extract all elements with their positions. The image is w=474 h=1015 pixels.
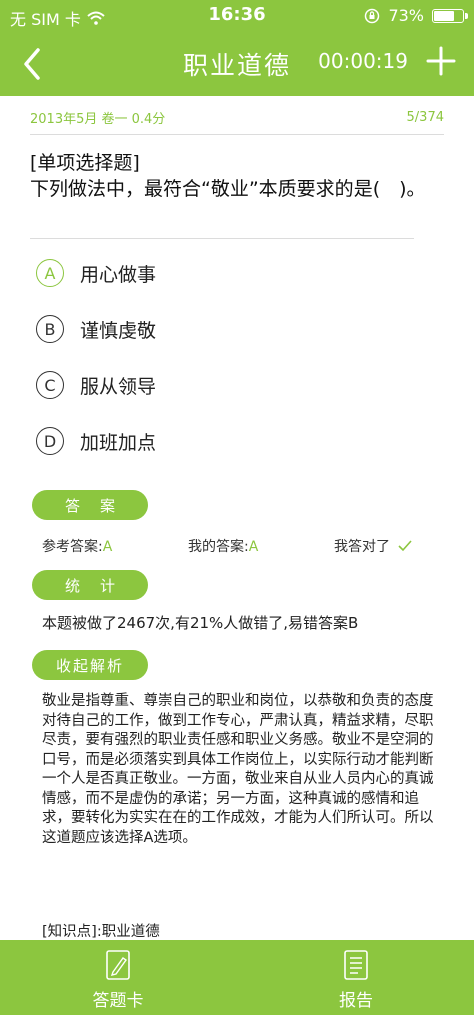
my-answer-label: 我的答案: <box>188 539 249 555</box>
option-text: 用心做事 <box>80 263 157 286</box>
option-text: 加班加点 <box>80 431 157 454</box>
header: 无 SIM 卡 16:36 73% 职业道德 00:00:19 <box>0 0 474 96</box>
reference-answer-value: A <box>102 539 113 555</box>
check-icon <box>398 540 412 552</box>
exam-info: 2013年5月 卷一 0.4分 <box>30 111 166 127</box>
stats-text: 本题被做了2467次,有21%人做错了,易错答案B <box>42 614 359 632</box>
answer-row: 参考答案:A 我的答案:A 我答对了 <box>42 536 434 558</box>
battery-percent: 73% <box>388 6 424 25</box>
nav-bar: 职业道德 00:00:19 <box>0 32 474 96</box>
my-answer-value: A <box>248 539 259 555</box>
option-c[interactable]: C 服从领导 <box>36 370 156 400</box>
divider <box>30 238 414 239</box>
analysis-text: 敬业是指尊重、尊崇自己的职业和岗位，以恭敬和负责的态度对待自己的工作，做到工作专… <box>42 693 434 846</box>
answer-card-button[interactable]: 答题卡 <box>58 948 178 1011</box>
answer-section-label: 答案 <box>32 490 148 520</box>
timer: 00:00:19 <box>318 49 408 73</box>
knowledge-point: [知识点]:职业道德 <box>42 924 160 940</box>
question-text: 下列做法中，最符合“敬业”本质要求的是( )。 <box>30 178 426 200</box>
option-text: 谨慎虔敬 <box>80 319 157 342</box>
battery-icon <box>432 8 468 23</box>
status-bar: 无 SIM 卡 16:36 73% <box>0 0 474 32</box>
question-progress: 5/374 <box>406 109 444 125</box>
question-type: [单项选择题] <box>30 152 140 174</box>
question-block: [单项选择题] 下列做法中，最符合“敬业”本质要求的是( )。 <box>30 150 434 202</box>
bottom-bar: 答题卡 报告 <box>0 940 474 1015</box>
option-letter: B <box>36 315 64 343</box>
report-icon <box>344 950 368 980</box>
option-letter: A <box>36 259 64 287</box>
option-letter: D <box>36 427 64 455</box>
option-d[interactable]: D 加班加点 <box>36 426 156 456</box>
stats-section-label: 统计 <box>32 570 148 600</box>
orientation-lock-icon <box>365 8 380 23</box>
reference-answer-label: 参考答案: <box>42 539 103 555</box>
result-text: 我答对了 <box>334 539 390 555</box>
option-text: 服从领导 <box>80 375 157 398</box>
answer-card-label: 答题卡 <box>92 991 144 1011</box>
divider <box>30 134 444 135</box>
report-button[interactable]: 报告 <box>296 948 416 1011</box>
option-a[interactable]: A 用心做事 <box>36 258 156 288</box>
report-label: 报告 <box>339 991 373 1011</box>
collapse-analysis-button[interactable]: 收起解析 <box>32 650 148 680</box>
question-meta: 2013年5月 卷一 0.4分 5/374 <box>30 104 444 130</box>
option-b[interactable]: B 谨慎虔敬 <box>36 314 156 344</box>
plus-icon[interactable] <box>426 46 456 76</box>
pencil-note-icon <box>106 950 130 980</box>
option-letter: C <box>36 371 64 399</box>
